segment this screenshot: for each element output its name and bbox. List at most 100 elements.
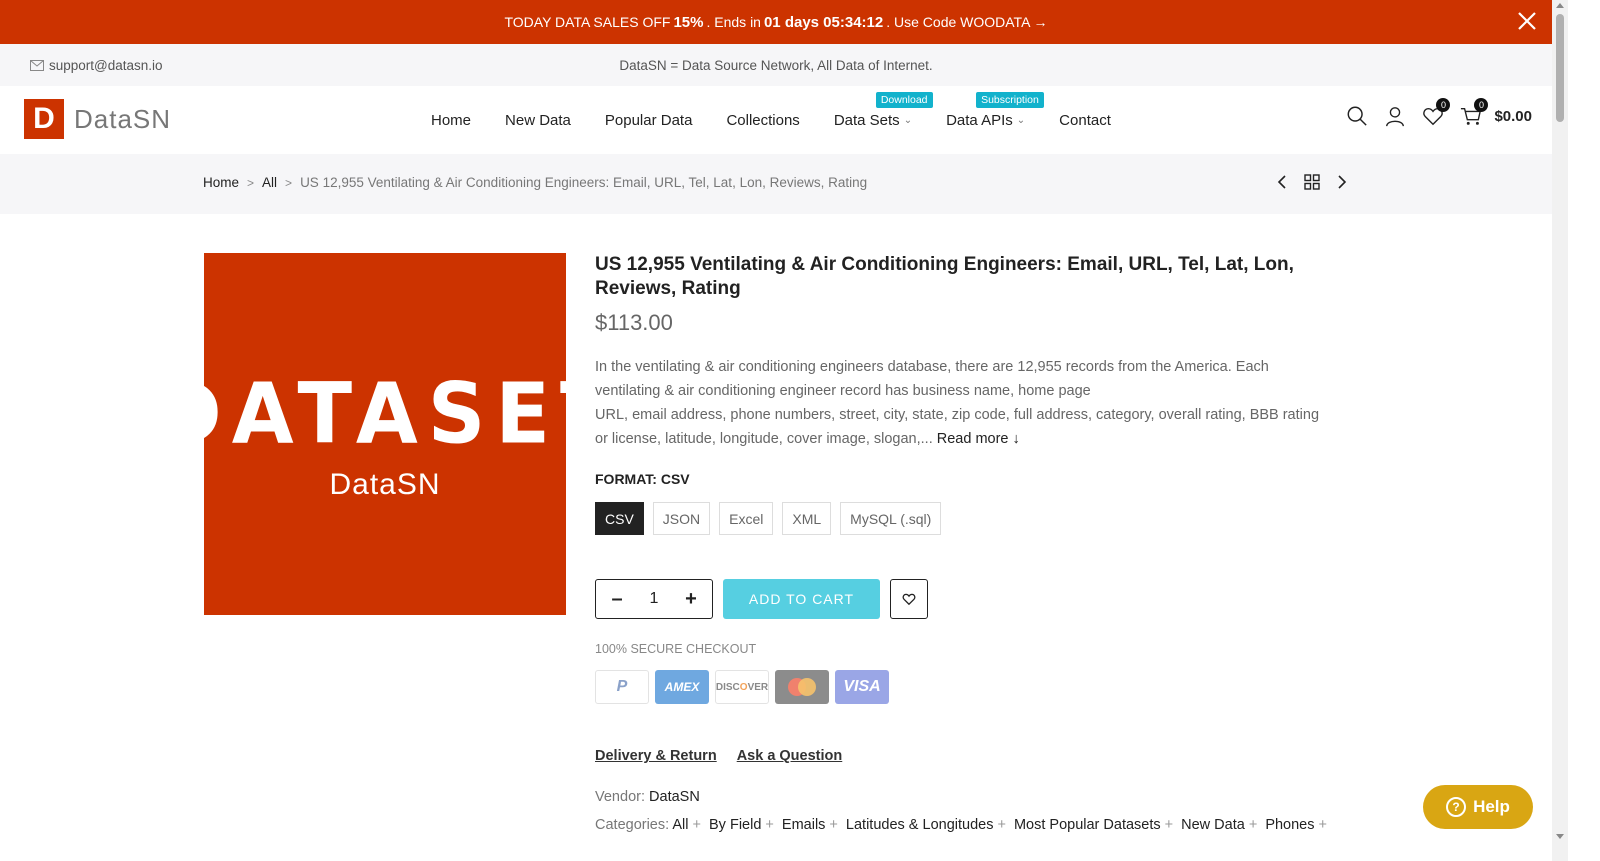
help-icon: ?	[1446, 797, 1467, 817]
top-bar: support@datasn.io DataSN = Data Source N…	[0, 44, 1552, 86]
promo-bar: TODAY DATA SALES OFF 15% . Ends in 01 da…	[0, 0, 1552, 44]
description-line: or license, latitude, longitude, cover i…	[595, 431, 933, 447]
breadcrumb-home[interactable]: Home	[203, 175, 239, 190]
discover-icon: DISC O VER	[715, 670, 769, 704]
add-to-wishlist-button[interactable]	[890, 579, 928, 619]
promo-discount: 15%	[673, 13, 704, 31]
product-title: US 12,955 Ventilating & Air Conditioning…	[595, 254, 1294, 299]
promo-ends-text: . Ends in	[706, 14, 761, 30]
help-label: Help	[1473, 797, 1510, 816]
heart-icon	[902, 593, 916, 606]
logo-text: DataSN	[74, 103, 172, 134]
secure-checkout-label: 100% SECURE CHECKOUT	[595, 642, 757, 656]
chevron-right-icon: >	[247, 175, 255, 190]
product-links: Delivery & Return Ask a Question	[595, 748, 1355, 764]
mail-icon	[30, 59, 44, 71]
previous-product-icon[interactable]	[1276, 174, 1288, 190]
promo-countdown: 01 days 05:34:12	[763, 13, 884, 31]
nav-home[interactable]: Home	[431, 112, 471, 129]
download-badge: Download	[875, 91, 933, 108]
promo-prefix: TODAY DATA SALES OFF	[504, 14, 671, 30]
payment-cards: P AMEX DISC O VER VISA	[595, 670, 1355, 704]
product-image[interactable]: DATASET DataSN	[155, 253, 615, 615]
ask-question-link[interactable]: Ask a Question	[737, 748, 843, 764]
help-button[interactable]: ? Help	[1423, 785, 1533, 829]
mastercard-circles	[788, 678, 816, 696]
add-to-cart-button[interactable]: ADD TO CART	[723, 579, 880, 619]
nav-data-sets[interactable]: Download Data Sets ⌄	[833, 91, 933, 129]
subscription-badge: Subscription	[976, 91, 1044, 108]
nav-new-data-label: New Data	[505, 111, 571, 129]
vendor-link[interactable]: DataSN	[649, 789, 700, 805]
categories-label: Categories:	[595, 817, 670, 833]
description-line: URL, email address, phone numbers, stree…	[595, 407, 1320, 423]
nav-new-data[interactable]: New Data	[505, 112, 571, 129]
nav-data-apis-label: Data APIs	[946, 111, 1013, 129]
breadcrumb-all[interactable]: All	[262, 175, 277, 190]
cart-count: 0	[1474, 98, 1489, 112]
format-option-csv[interactable]: CSV	[595, 502, 644, 535]
main-header: D DataSN Home New Data Popular Data Coll…	[0, 86, 1552, 154]
category-link[interactable]: All	[672, 817, 688, 833]
quantity-stepper: – 1 +	[595, 579, 713, 619]
site-logo[interactable]: D DataSN	[24, 99, 171, 139]
category-link[interactable]: Latitudes & Longitudes	[846, 817, 994, 833]
nav-popular-data[interactable]: Popular Data	[605, 112, 693, 129]
vendor-row: Vendor: DataSN	[595, 789, 1355, 805]
decrease-quantity-button[interactable]: –	[610, 588, 624, 611]
paypal-icon: P	[595, 670, 649, 704]
vertical-scrollbar[interactable]	[1552, 0, 1568, 861]
mastercard-icon	[775, 670, 829, 704]
support-email[interactable]: support@datasn.io	[30, 58, 163, 73]
site-tagline: DataSN = Data Source Network, All Data o…	[619, 57, 933, 73]
format-label: FORMAT: CSV	[595, 471, 690, 487]
category-link[interactable]: New Data	[1181, 817, 1245, 833]
product-info: US 12,955 Ventilating & Air Conditioning…	[595, 253, 1355, 833]
quantity-value[interactable]: 1	[650, 590, 659, 608]
nav-collections[interactable]: Collections	[726, 112, 799, 129]
category-link[interactable]: Most Popular Datasets	[1014, 817, 1161, 833]
header-actions: 0 0 $0.00	[1346, 98, 1532, 128]
amex-icon: AMEX	[655, 670, 709, 704]
categories-row: Categories: All + By Field + Emails + Latit…	[595, 817, 1327, 833]
grid-icon[interactable]	[1304, 174, 1320, 190]
nav-home-label: Home	[431, 111, 472, 129]
format-option-excel[interactable]: Excel	[719, 502, 774, 535]
visa-icon: VISA	[835, 670, 889, 704]
wishlist-button[interactable]: 0	[1422, 98, 1451, 128]
product-image-brand: DataSN	[329, 467, 441, 501]
category-link[interactable]: Phones	[1265, 817, 1314, 833]
format-options: CSV JSON Excel XML MySQL (.sql)	[595, 502, 1355, 535]
delivery-return-link[interactable]: Delivery & Return	[595, 748, 717, 764]
next-product-icon[interactable]	[1336, 174, 1348, 190]
account-icon[interactable]	[1384, 104, 1406, 128]
nav-data-apis[interactable]: Subscription Data APIs ⌄	[946, 91, 1044, 129]
nav-contact-label: Contact	[1059, 111, 1111, 129]
scrollbar-thumb[interactable]	[1556, 14, 1564, 122]
chevron-right-icon: >	[285, 175, 293, 190]
promo-code-link[interactable]: . Use Code WOODATA →	[886, 14, 1047, 30]
scroll-up-icon[interactable]	[1556, 3, 1564, 8]
read-more-link[interactable]: Read more ↓	[937, 431, 1020, 447]
search-icon[interactable]	[1346, 104, 1368, 128]
breadcrumb-current: US 12,955 Ventilating & Air Conditioning…	[300, 175, 868, 190]
nav-data-sets-label: Data Sets	[833, 111, 900, 129]
increase-quantity-button[interactable]: +	[684, 588, 698, 611]
wishlist-count: 0	[1436, 98, 1451, 112]
format-option-mysql[interactable]: MySQL (.sql)	[840, 502, 942, 535]
description-line: In the ventilating & air conditioning en…	[595, 359, 1269, 375]
close-icon[interactable]	[1516, 10, 1538, 32]
format-option-xml[interactable]: XML	[782, 502, 832, 535]
nav-contact[interactable]: Contact	[1059, 112, 1111, 129]
format-option-json[interactable]: JSON	[652, 502, 711, 535]
category-link[interactable]: Emails	[782, 817, 826, 833]
cart-button[interactable]: 0	[1460, 98, 1489, 128]
product-description: In the ventilating & air conditioning en…	[595, 355, 1355, 451]
nav-popular-data-label: Popular Data	[604, 111, 693, 129]
chevron-down-icon: ⌄	[903, 114, 913, 126]
scroll-down-icon[interactable]	[1556, 834, 1564, 839]
category-link[interactable]: By Field	[709, 817, 761, 833]
breadcrumb: Home > All > US 12,955 Ventilating & Air…	[203, 175, 867, 190]
main-nav: Home New Data Popular Data Collections D…	[431, 86, 1111, 154]
cart-total[interactable]: $0.00	[1494, 108, 1532, 125]
